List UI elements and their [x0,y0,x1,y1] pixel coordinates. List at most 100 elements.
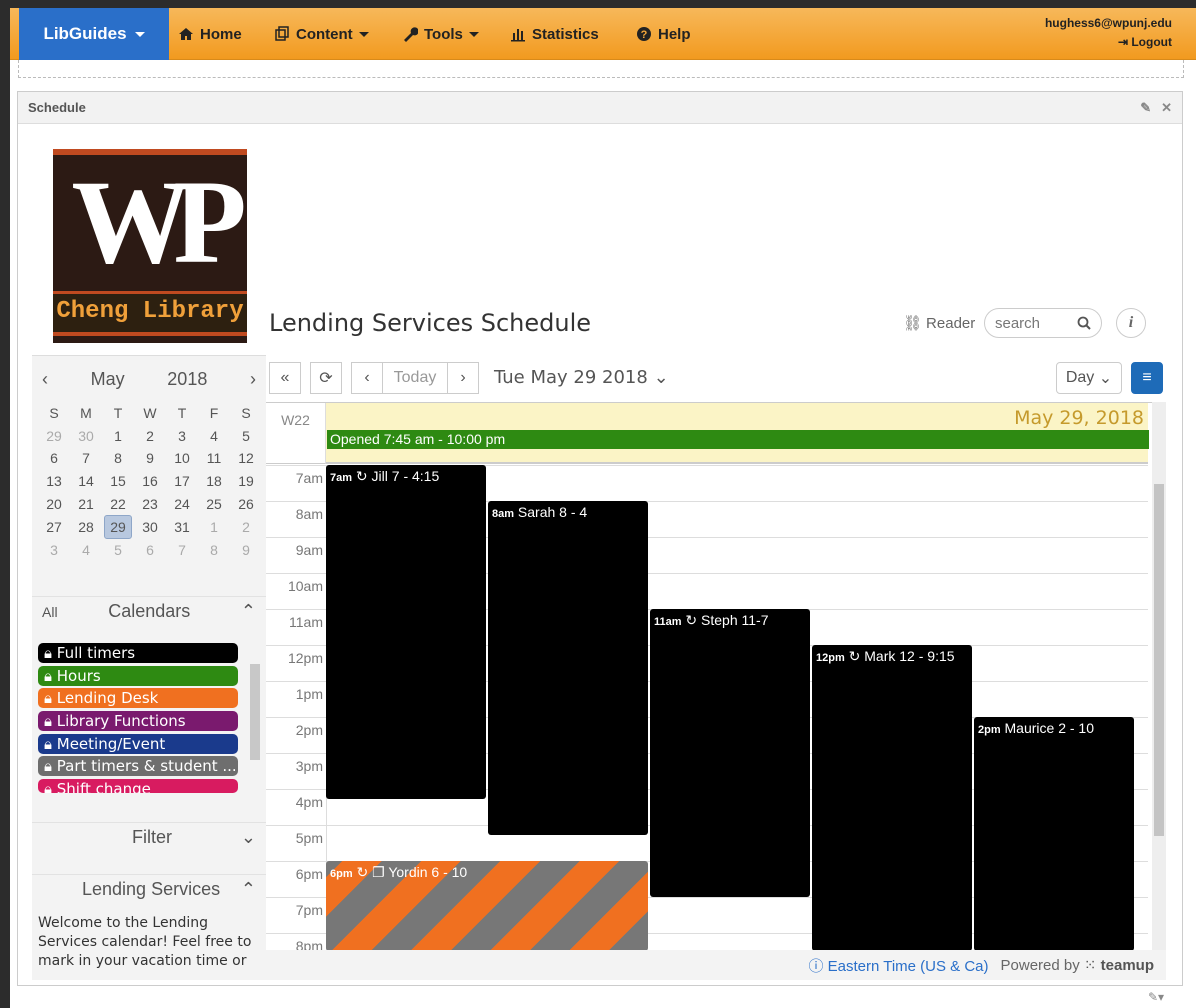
event-steph[interactable]: 11am ↻ Steph 11-7 [650,609,810,897]
day-cell[interactable]: 8 [198,539,230,562]
day-cell-selected[interactable]: 29 [102,514,134,539]
hamburger-icon: ≡ [1142,369,1152,386]
day-cell[interactable]: 9 [134,447,166,470]
day-cell[interactable]: 24 [166,492,198,515]
day-cell[interactable]: 2 [230,515,262,539]
mini-year[interactable]: 2018 [167,369,207,390]
refresh-icon: ⟳ [319,370,333,387]
calendar-item-library-functions[interactable]: 🔒︎ Library Functions [38,711,238,732]
recurring-icon: ↻ [355,468,368,484]
day-cell[interactable]: 18 [198,470,230,493]
event-sarah[interactable]: 8am Sarah 8 - 4 [488,501,648,835]
today-button[interactable]: Today [382,362,448,394]
select-all-link[interactable]: All [42,604,58,620]
reader-link[interactable]: ⛓ Reader [903,314,975,333]
close-icon[interactable]: ✕ [1161,100,1172,116]
day-cell[interactable]: 29 [38,425,70,448]
calendar-item-full-timers[interactable]: 🔒︎ Full timers [38,643,238,663]
hour-label: 8am [295,506,323,522]
nav-content[interactable]: Content [274,8,369,60]
day-cell[interactable]: 7 [166,539,198,562]
day-cell[interactable]: 6 [134,539,166,562]
scrollbar-thumb[interactable] [250,664,260,760]
edit-menu-icon[interactable]: ✎▾ [1148,990,1164,1004]
day-cell[interactable]: 15 [102,470,134,493]
pencil-icon[interactable]: ✎ [1140,100,1151,116]
day-cell[interactable]: 2 [134,425,166,448]
day-cell[interactable]: 19 [230,470,262,493]
day-cell[interactable]: 10 [166,447,198,470]
day-cell[interactable]: 23 [134,492,166,515]
day-cell[interactable]: 25 [198,492,230,515]
nav-help[interactable]: ? Help [636,8,691,60]
day-cell[interactable]: 7 [70,447,102,470]
day-cell[interactable]: 13 [38,470,70,493]
panel-title: Schedule [28,100,86,115]
prev-day-button[interactable]: ‹ [351,362,383,394]
day-cell[interactable]: 30 [134,515,166,539]
day-cell[interactable]: 5 [230,425,262,448]
mini-month[interactable]: May [91,369,125,390]
day-cell[interactable]: 4 [198,425,230,448]
day-cell[interactable]: 22 [102,492,134,515]
logout-link[interactable]: ⇥ Logout [1045,33,1172,52]
day-cell[interactable]: 12 [230,447,262,470]
nav-home[interactable]: Home [178,8,242,60]
chevron-up-icon[interactable]: ⌃ [241,601,256,622]
next-day-button[interactable]: › [447,362,479,394]
jump-back-button[interactable]: « [269,362,301,394]
next-month-icon[interactable]: › [250,369,256,390]
nav-statistics[interactable]: Statistics [510,8,599,60]
calendar-item-part-timers[interactable]: 🔒︎ Part timers & student ... [38,756,238,777]
calendar-list-scrollbar[interactable] [248,650,262,798]
calendar-item-meeting-event[interactable]: 🔒︎ Meeting/Event [38,733,238,754]
day-cell[interactable]: 21 [70,492,102,515]
search-input[interactable]: search [984,308,1102,338]
day-cell[interactable]: 1 [102,425,134,448]
event-yordin[interactable]: 6pm ↻ ❐ Yordin 6 - 10 [326,861,648,950]
all-day-event-hours[interactable]: Opened 7:45 am - 10:00 pm [327,430,1149,449]
day-cell[interactable]: 16 [134,470,166,493]
day-cell[interactable]: 3 [166,425,198,448]
view-select[interactable]: Day ⌄ [1056,362,1122,394]
day-cell[interactable]: 27 [38,515,70,539]
day-cell[interactable]: 28 [70,515,102,539]
day-cell[interactable]: 30 [70,425,102,448]
info-button[interactable]: i [1116,308,1146,338]
calendar-item-hours[interactable]: 🔒︎ Hours [38,665,238,686]
lending-section-header[interactable]: Lending Services ⌃ [32,874,266,904]
filter-section-header[interactable]: Filter ⌄ [32,822,266,852]
event-maurice[interactable]: 2pm Maurice 2 - 10 [974,717,1134,950]
day-cell[interactable]: 8 [102,447,134,470]
day-cell[interactable]: 4 [70,539,102,562]
week-row: 6 7 8 9 10 11 12 [38,447,262,470]
calendar-item-lending-desk[interactable]: 🔒︎ Lending Desk [38,688,238,709]
day-header-cell[interactable]: May 29, 2018 Opened 7:45 am - 10:00 pm [326,403,1149,464]
event-label: Maurice 2 - 10 [1004,720,1094,736]
date-picker[interactable]: Tue May 29 2018 ⌄ [494,367,669,388]
day-cell[interactable]: 14 [70,470,102,493]
day-cell[interactable]: 9 [230,539,262,562]
event-jill[interactable]: 7am ↻ Jill 7 - 4:15 [326,465,486,799]
day-cell[interactable]: 20 [38,492,70,515]
scrollbar-thumb[interactable] [1154,484,1164,836]
day-cell[interactable]: 1 [198,515,230,539]
day-cell[interactable]: 17 [166,470,198,493]
refresh-button[interactable]: ⟳ [310,362,342,394]
calendar-item-shift-change[interactable]: 🔒︎ Shift change [38,779,238,794]
event-mark[interactable]: 12pm ↻ Mark 12 - 9:15 [812,645,972,950]
timezone-link[interactable]: ⓘ Eastern Time (US & Ca) [808,955,988,976]
menu-button[interactable]: ≡ [1131,362,1163,394]
logout-label: Logout [1131,35,1172,49]
nav-tools[interactable]: Tools [402,8,479,60]
day-cell[interactable]: 3 [38,539,70,562]
event-label: Steph 11-7 [701,612,769,628]
day-cell[interactable]: 31 [166,515,198,539]
day-cell[interactable]: 6 [38,447,70,470]
day-cell[interactable]: 11 [198,447,230,470]
libguides-menu-button[interactable]: LibGuides [19,8,169,60]
day-cell[interactable]: 26 [230,492,262,515]
day-cell[interactable]: 5 [102,539,134,562]
prev-month-icon[interactable]: ‹ [42,369,48,390]
grid-scrollbar[interactable] [1152,402,1166,950]
